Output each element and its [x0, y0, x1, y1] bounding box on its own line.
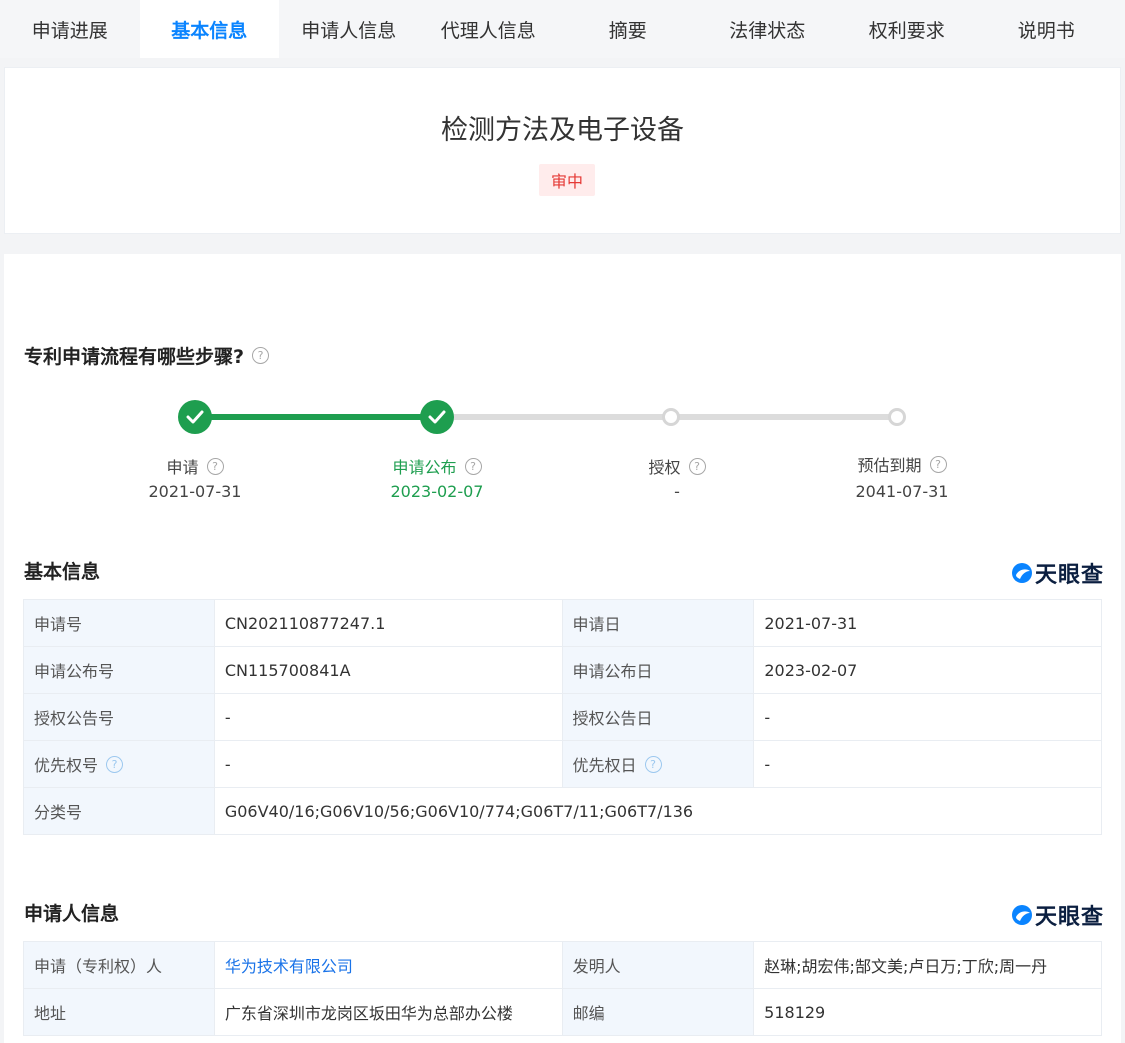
applicant-link[interactable]: 华为技术有限公司 — [225, 957, 353, 976]
step-label-application: 申请? — [105, 454, 285, 478]
tab-abstract[interactable]: 摘要 — [558, 0, 698, 58]
table-row: 申请（专利权）人 华为技术有限公司 发明人 赵琳;胡宏伟;郜文美;卢日万;丁欣;… — [23, 941, 1102, 989]
help-icon[interactable]: ? — [252, 347, 270, 364]
tab-applicant-info[interactable]: 申请人信息 — [279, 0, 419, 58]
help-icon[interactable]: ? — [644, 755, 662, 773]
step-date-grant: - — [674, 482, 680, 501]
tab-description[interactable]: 说明书 — [977, 0, 1117, 58]
progress-track-done — [195, 414, 438, 420]
help-icon[interactable]: ? — [464, 457, 482, 475]
key-cell: 申请公布号 — [23, 646, 215, 694]
key-text: 优先权号 — [34, 756, 99, 775]
tab-agent-info[interactable]: 代理人信息 — [419, 0, 559, 58]
value-cell: 2021-07-31 — [753, 599, 1102, 647]
help-icon[interactable]: ? — [688, 457, 706, 475]
value-cell: - — [753, 740, 1102, 788]
patent-title: 检测方法及电子设备 — [441, 115, 684, 146]
process-heading: 专利申请流程有哪些步骤? ? — [24, 342, 270, 369]
applicant-info-heading-text: 申请人信息 — [24, 903, 120, 925]
step-pending-node — [662, 408, 680, 426]
key-cell: 地址 — [23, 988, 215, 1036]
help-icon[interactable]: ? — [929, 455, 947, 473]
step-label-text: 授权 — [648, 458, 681, 477]
table-row: 分类号 G06V40/16;G06V10/56;G06V10/774;G06T7… — [23, 787, 1103, 835]
value-cell: 广东省深圳市龙岗区坂田华为总部办公楼 — [213, 988, 563, 1036]
value-cell: 518129 — [753, 988, 1102, 1036]
step-done-node — [178, 400, 212, 434]
table-row: 地址 广东省深圳市龙岗区坂田华为总部办公楼 邮编 518129 — [23, 988, 1102, 1036]
basic-info-heading: 基本信息 — [24, 557, 100, 584]
status-badge: 审中 — [539, 164, 595, 196]
tab-legal-status[interactable]: 法律状态 — [698, 0, 838, 58]
value-cell: - — [753, 693, 1102, 741]
key-cell: 申请公布日 — [561, 646, 755, 694]
title-card: 检测方法及电子设备 审中 — [4, 67, 1121, 234]
step-label-text: 预估到期 — [857, 456, 922, 475]
check-icon — [428, 410, 446, 424]
step-done-node — [420, 400, 454, 434]
tab-bar: 申请进展 基本信息 申请人信息 代理人信息 摘要 法律状态 权利要求 说明书 — [0, 0, 1125, 58]
value-cell: CN202110877247.1 — [213, 599, 563, 647]
key-cell: 发明人 — [561, 941, 755, 989]
value-cell: G06V40/16;G06V10/56;G06V10/774;G06T7/11;… — [213, 787, 1103, 835]
tianyancha-logo-icon — [1012, 563, 1032, 583]
value-cell: 华为技术有限公司 — [213, 941, 563, 989]
step-label-text: 申请 — [166, 458, 199, 477]
value-cell: 2023-02-07 — [753, 646, 1102, 694]
tab-basic-info[interactable]: 基本信息 — [139, 0, 279, 58]
brand-logo[interactable]: 天眼查 — [1011, 557, 1104, 589]
key-cell: 申请号 — [23, 599, 215, 647]
key-cell: 优先权日? — [561, 740, 755, 788]
value-cell: - — [213, 740, 563, 788]
table-row: 申请号 CN202110877247.1 申请日 2021-07-31 — [23, 599, 1102, 647]
table-row: 申请公布号 CN115700841A 申请公布日 2023-02-07 — [23, 646, 1102, 694]
key-cell: 申请日 — [561, 599, 755, 647]
applicant-info-heading: 申请人信息 — [24, 899, 119, 926]
basic-info-heading-text: 基本信息 — [24, 561, 101, 583]
check-icon — [186, 410, 204, 424]
key-cell: 授权公告号 — [23, 693, 215, 741]
step-date-expiry: 2041-07-31 — [855, 482, 949, 501]
table-row: 优先权号? - 优先权日? - — [23, 740, 1102, 788]
applicant-info-table: 申请（专利权）人 华为技术有限公司 发明人 赵琳;胡宏伟;郜文美;卢日万;丁欣;… — [23, 941, 1102, 1036]
step-label-text: 申请公布 — [392, 458, 457, 477]
key-cell: 分类号 — [23, 787, 215, 835]
value-cell: - — [213, 693, 563, 741]
step-date-publication: 2023-02-07 — [390, 482, 484, 501]
key-text: 优先权日 — [572, 756, 637, 775]
step-date-application: 2021-07-31 — [148, 482, 242, 501]
key-cell: 优先权号? — [23, 740, 215, 788]
step-label-expiry: 预估到期? — [812, 452, 992, 476]
step-pending-node — [888, 408, 906, 426]
tianyancha-logo-icon — [1012, 905, 1032, 925]
help-icon[interactable]: ? — [106, 755, 124, 773]
brand-logo[interactable]: 天眼查 — [1011, 899, 1104, 931]
step-label-publication: 申请公布? — [347, 454, 527, 478]
table-row: 授权公告号 - 授权公告日 - — [23, 693, 1102, 741]
value-cell: CN115700841A — [213, 646, 563, 694]
key-cell: 授权公告日 — [561, 693, 755, 741]
value-cell: 赵琳;胡宏伟;郜文美;卢日万;丁欣;周一丹 — [753, 941, 1102, 989]
tab-claims[interactable]: 权利要求 — [837, 0, 977, 58]
basic-info-table: 申请号 CN202110877247.1 申请日 2021-07-31 申请公布… — [23, 599, 1103, 835]
key-cell: 申请（专利权）人 — [23, 941, 215, 989]
brand-name: 天眼查 — [1035, 563, 1105, 588]
help-icon[interactable]: ? — [206, 457, 224, 475]
main-card: 专利申请流程有哪些步骤? ? 申请? 2021-07-31 申请公布? 2023… — [4, 254, 1121, 1043]
key-cell: 邮编 — [561, 988, 755, 1036]
tab-application-progress[interactable]: 申请进展 — [0, 0, 140, 58]
process-heading-text: 专利申请流程有哪些步骤? — [24, 346, 245, 368]
brand-name: 天眼查 — [1035, 905, 1105, 930]
step-label-grant: 授权? — [587, 454, 767, 478]
